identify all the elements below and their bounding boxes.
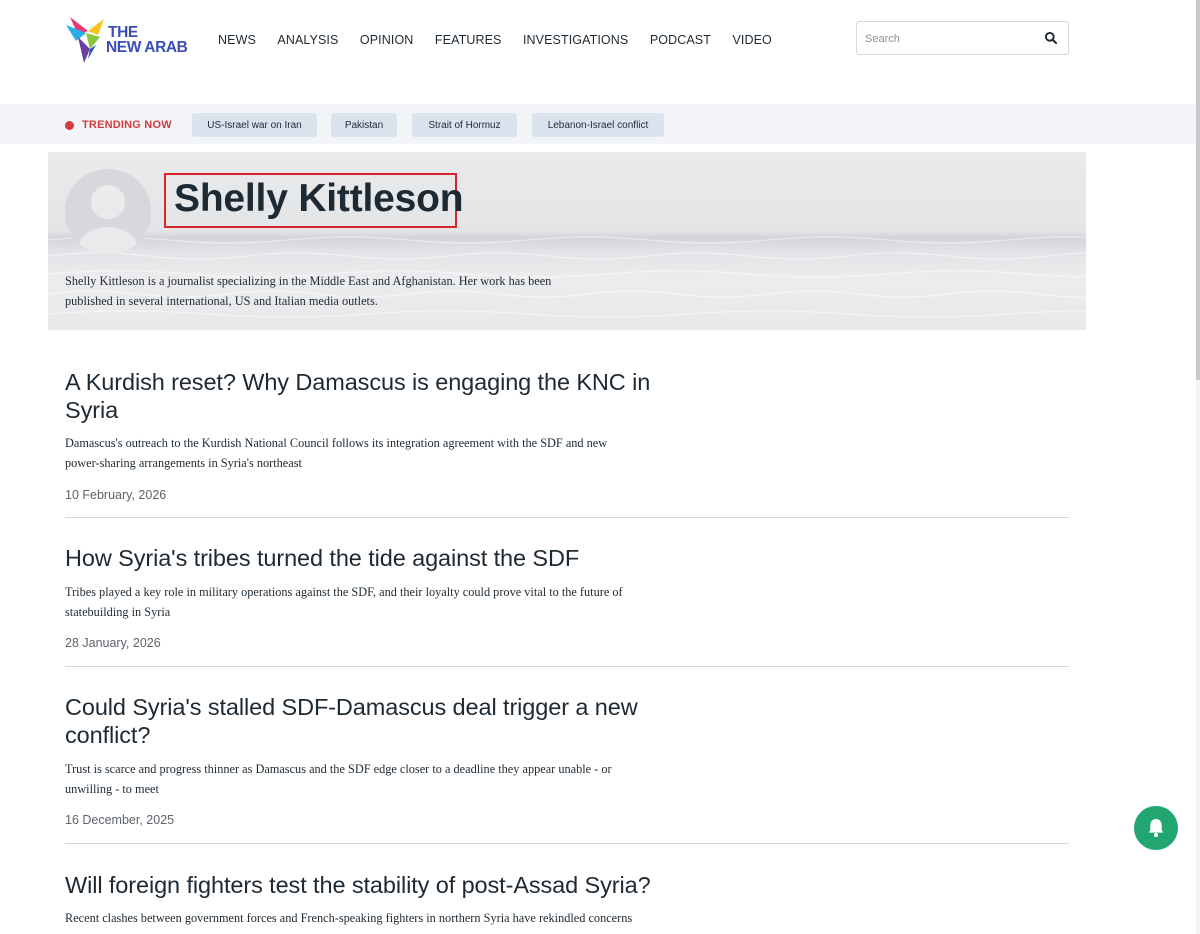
- search-icon[interactable]: [1044, 31, 1058, 45]
- bell-icon: [1148, 819, 1164, 838]
- article-summary: Damascus's outreach to the Kurdish Natio…: [65, 433, 675, 473]
- article-summary-line: Recent clashes between government forces…: [65, 911, 633, 925]
- article-summary: Tribes played a key role in military ope…: [65, 582, 675, 622]
- main-nav: NEWS ANALYSIS OPINION FEATURES INVESTIGA…: [218, 33, 793, 47]
- nav-video[interactable]: VIDEO: [732, 33, 771, 47]
- article-date: 28 January, 2026: [65, 636, 161, 650]
- article-summary-line: statebuilding in Syria: [65, 605, 171, 619]
- trending-bar: TRENDING NOW US-Israel war on Iran Pakis…: [0, 104, 1200, 144]
- trending-topic[interactable]: Strait of Hormuz: [412, 113, 517, 137]
- nav-news[interactable]: NEWS: [218, 33, 256, 47]
- article-item: Will foreign fighters test the stability…: [65, 871, 1069, 934]
- close-icon[interactable]: ×: [1169, 805, 1180, 816]
- article-divider: [65, 666, 1069, 667]
- author-name: Shelly Kittleson: [174, 177, 464, 220]
- article-summary-line: power-sharing arrangements in Syria's no…: [65, 456, 302, 470]
- site-header: THE NEW ARAB NEWS ANALYSIS OPINION FEATU…: [0, 0, 1200, 104]
- nav-features[interactable]: FEATURES: [435, 33, 502, 47]
- article-title-link[interactable]: How Syria's tribes turned the tide again…: [65, 544, 665, 572]
- logo-line-1: THE: [108, 24, 138, 41]
- article-title-link[interactable]: A Kurdish reset? Why Damascus is engagin…: [65, 368, 665, 424]
- article-summary: Recent clashes between government forces…: [65, 908, 685, 928]
- article-summary-line: Damascus's outreach to the Kurdish Natio…: [65, 436, 608, 450]
- page-scrollbar[interactable]: [1196, 0, 1200, 934]
- trending-topic[interactable]: Pakistan: [331, 113, 397, 137]
- article-divider: [65, 843, 1069, 844]
- article-summary-line: unwilling - to meet: [65, 782, 159, 796]
- trending-topic[interactable]: US-Israel war on Iran: [192, 113, 317, 137]
- logo-line-2: NEW ARAB: [106, 39, 188, 56]
- logo-wordmark: THE NEW ARAB: [106, 24, 188, 56]
- nav-analysis[interactable]: ANALYSIS: [277, 33, 338, 47]
- article-item: A Kurdish reset? Why Damascus is engagin…: [65, 368, 1069, 508]
- author-banner: Shelly Kittleson Shelly Kittleson is a j…: [48, 152, 1086, 330]
- author-avatar: [65, 169, 151, 255]
- nav-investigations[interactable]: INVESTIGATIONS: [523, 33, 628, 47]
- article-title-link[interactable]: Could Syria's stalled SDF-Damascus deal …: [65, 693, 665, 749]
- scrollbar-thumb[interactable]: [1196, 0, 1200, 380]
- notification-button[interactable]: ×: [1134, 805, 1180, 850]
- nav-podcast[interactable]: PODCAST: [650, 33, 711, 47]
- article-summary: Trust is scarce and progress thinner as …: [65, 759, 675, 799]
- article-date: 10 February, 2026: [65, 488, 167, 502]
- author-bio: Shelly Kittleson is a journalist special…: [65, 272, 605, 311]
- article-summary-line: Trust is scarce and progress thinner as …: [65, 762, 612, 776]
- nav-opinion[interactable]: OPINION: [360, 33, 413, 47]
- article-divider: [65, 517, 1069, 518]
- article-summary-line: Tribes played a key role in military ope…: [65, 585, 623, 599]
- hummingbird-logo-icon: [66, 17, 104, 63]
- author-bio-line: Shelly Kittleson is a journalist special…: [65, 274, 552, 288]
- article-date: 16 December, 2025: [65, 813, 175, 827]
- site-logo[interactable]: THE NEW ARAB: [64, 14, 194, 66]
- trending-dot-icon: [65, 121, 74, 130]
- search-input[interactable]: [865, 30, 1035, 47]
- trending-label: TRENDING NOW: [82, 119, 172, 131]
- trending-topic[interactable]: Lebanon-Israel conflict: [532, 113, 664, 137]
- article-item: How Syria's tribes turned the tide again…: [65, 544, 1069, 654]
- article-title-link[interactable]: Will foreign fighters test the stability…: [65, 871, 665, 899]
- author-bio-line: published in several international, US a…: [65, 293, 378, 308]
- search-box: [856, 21, 1069, 55]
- author-name-highlight: Shelly Kittleson: [164, 173, 464, 228]
- article-item: Could Syria's stalled SDF-Damascus deal …: [65, 693, 1069, 833]
